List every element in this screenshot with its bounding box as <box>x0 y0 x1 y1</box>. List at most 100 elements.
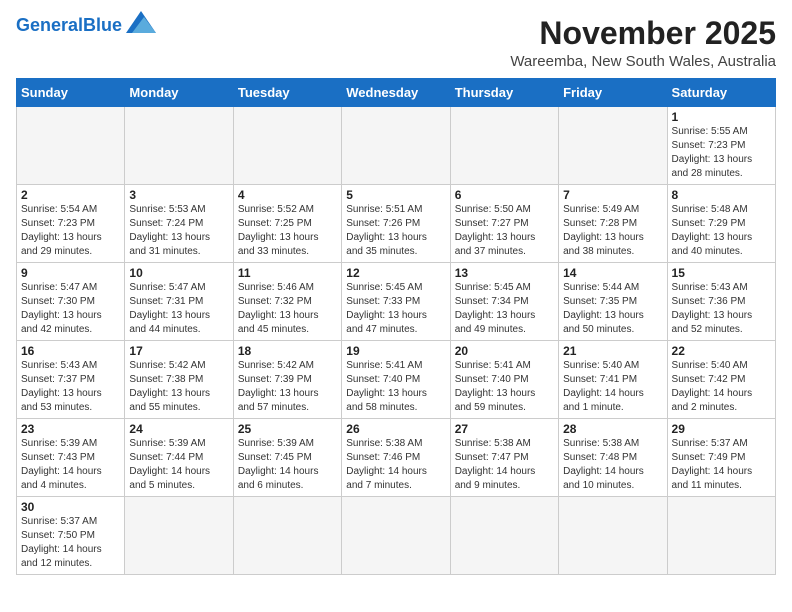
day-info: Sunrise: 5:45 AM Sunset: 7:33 PM Dayligh… <box>346 281 445 337</box>
logo-blue: Blue <box>83 15 122 35</box>
header-sunday: Sunday <box>17 79 125 107</box>
day-cell <box>450 107 558 185</box>
day-info: Sunrise: 5:47 AM Sunset: 7:30 PM Dayligh… <box>21 281 120 337</box>
title-area: November 2025 Wareemba, New South Wales,… <box>510 16 776 70</box>
day-cell <box>667 497 775 575</box>
day-number: 1 <box>672 110 771 124</box>
day-info: Sunrise: 5:41 AM Sunset: 7:40 PM Dayligh… <box>346 359 445 415</box>
day-number: 10 <box>129 266 228 280</box>
day-number: 15 <box>672 266 771 280</box>
day-info: Sunrise: 5:54 AM Sunset: 7:23 PM Dayligh… <box>21 203 120 259</box>
day-cell: 29Sunrise: 5:37 AM Sunset: 7:49 PM Dayli… <box>667 419 775 497</box>
day-number: 27 <box>455 422 554 436</box>
day-number: 22 <box>672 344 771 358</box>
calendar-table: SundayMondayTuesdayWednesdayThursdayFrid… <box>16 78 776 575</box>
day-number: 30 <box>21 500 120 514</box>
day-number: 3 <box>129 188 228 202</box>
day-cell: 20Sunrise: 5:41 AM Sunset: 7:40 PM Dayli… <box>450 341 558 419</box>
day-cell: 9Sunrise: 5:47 AM Sunset: 7:30 PM Daylig… <box>17 263 125 341</box>
day-info: Sunrise: 5:49 AM Sunset: 7:28 PM Dayligh… <box>563 203 662 259</box>
location-title: Wareemba, New South Wales, Australia <box>510 53 776 70</box>
day-cell: 27Sunrise: 5:38 AM Sunset: 7:47 PM Dayli… <box>450 419 558 497</box>
day-number: 14 <box>563 266 662 280</box>
day-info: Sunrise: 5:38 AM Sunset: 7:48 PM Dayligh… <box>563 437 662 493</box>
day-cell: 12Sunrise: 5:45 AM Sunset: 7:33 PM Dayli… <box>342 263 450 341</box>
day-cell <box>125 107 233 185</box>
day-number: 23 <box>21 422 120 436</box>
day-cell: 14Sunrise: 5:44 AM Sunset: 7:35 PM Dayli… <box>559 263 667 341</box>
day-cell: 28Sunrise: 5:38 AM Sunset: 7:48 PM Dayli… <box>559 419 667 497</box>
day-number: 18 <box>238 344 337 358</box>
day-cell: 8Sunrise: 5:48 AM Sunset: 7:29 PM Daylig… <box>667 185 775 263</box>
logo-general: General <box>16 15 83 35</box>
day-number: 9 <box>21 266 120 280</box>
day-cell: 24Sunrise: 5:39 AM Sunset: 7:44 PM Dayli… <box>125 419 233 497</box>
day-number: 24 <box>129 422 228 436</box>
day-number: 26 <box>346 422 445 436</box>
week-row-1: 2Sunrise: 5:54 AM Sunset: 7:23 PM Daylig… <box>17 185 776 263</box>
day-cell: 16Sunrise: 5:43 AM Sunset: 7:37 PM Dayli… <box>17 341 125 419</box>
day-cell: 26Sunrise: 5:38 AM Sunset: 7:46 PM Dayli… <box>342 419 450 497</box>
day-cell: 18Sunrise: 5:42 AM Sunset: 7:39 PM Dayli… <box>233 341 341 419</box>
header-monday: Monday <box>125 79 233 107</box>
day-number: 16 <box>21 344 120 358</box>
day-cell: 7Sunrise: 5:49 AM Sunset: 7:28 PM Daylig… <box>559 185 667 263</box>
day-cell: 13Sunrise: 5:45 AM Sunset: 7:34 PM Dayli… <box>450 263 558 341</box>
day-cell <box>17 107 125 185</box>
day-number: 28 <box>563 422 662 436</box>
day-info: Sunrise: 5:42 AM Sunset: 7:39 PM Dayligh… <box>238 359 337 415</box>
day-cell: 23Sunrise: 5:39 AM Sunset: 7:43 PM Dayli… <box>17 419 125 497</box>
day-cell <box>559 497 667 575</box>
day-number: 12 <box>346 266 445 280</box>
day-number: 19 <box>346 344 445 358</box>
day-number: 5 <box>346 188 445 202</box>
month-title: November 2025 <box>510 16 776 51</box>
day-cell: 10Sunrise: 5:47 AM Sunset: 7:31 PM Dayli… <box>125 263 233 341</box>
day-info: Sunrise: 5:43 AM Sunset: 7:36 PM Dayligh… <box>672 281 771 337</box>
day-number: 25 <box>238 422 337 436</box>
day-info: Sunrise: 5:51 AM Sunset: 7:26 PM Dayligh… <box>346 203 445 259</box>
day-info: Sunrise: 5:38 AM Sunset: 7:46 PM Dayligh… <box>346 437 445 493</box>
day-info: Sunrise: 5:40 AM Sunset: 7:42 PM Dayligh… <box>672 359 771 415</box>
day-number: 13 <box>455 266 554 280</box>
day-cell <box>450 497 558 575</box>
week-row-4: 23Sunrise: 5:39 AM Sunset: 7:43 PM Dayli… <box>17 419 776 497</box>
day-info: Sunrise: 5:40 AM Sunset: 7:41 PM Dayligh… <box>563 359 662 415</box>
day-cell: 15Sunrise: 5:43 AM Sunset: 7:36 PM Dayli… <box>667 263 775 341</box>
day-cell <box>342 497 450 575</box>
header-tuesday: Tuesday <box>233 79 341 107</box>
header-thursday: Thursday <box>450 79 558 107</box>
day-info: Sunrise: 5:38 AM Sunset: 7:47 PM Dayligh… <box>455 437 554 493</box>
day-cell: 1Sunrise: 5:55 AM Sunset: 7:23 PM Daylig… <box>667 107 775 185</box>
day-cell: 4Sunrise: 5:52 AM Sunset: 7:25 PM Daylig… <box>233 185 341 263</box>
day-number: 8 <box>672 188 771 202</box>
day-cell <box>233 107 341 185</box>
day-number: 11 <box>238 266 337 280</box>
day-info: Sunrise: 5:53 AM Sunset: 7:24 PM Dayligh… <box>129 203 228 259</box>
header-saturday: Saturday <box>667 79 775 107</box>
day-number: 2 <box>21 188 120 202</box>
day-info: Sunrise: 5:48 AM Sunset: 7:29 PM Dayligh… <box>672 203 771 259</box>
day-number: 17 <box>129 344 228 358</box>
header-wednesday: Wednesday <box>342 79 450 107</box>
day-number: 21 <box>563 344 662 358</box>
day-info: Sunrise: 5:55 AM Sunset: 7:23 PM Dayligh… <box>672 125 771 181</box>
day-info: Sunrise: 5:44 AM Sunset: 7:35 PM Dayligh… <box>563 281 662 337</box>
week-row-3: 16Sunrise: 5:43 AM Sunset: 7:37 PM Dayli… <box>17 341 776 419</box>
day-cell: 6Sunrise: 5:50 AM Sunset: 7:27 PM Daylig… <box>450 185 558 263</box>
day-info: Sunrise: 5:46 AM Sunset: 7:32 PM Dayligh… <box>238 281 337 337</box>
header-friday: Friday <box>559 79 667 107</box>
day-number: 4 <box>238 188 337 202</box>
day-cell <box>342 107 450 185</box>
logo-icon <box>126 11 156 33</box>
day-info: Sunrise: 5:42 AM Sunset: 7:38 PM Dayligh… <box>129 359 228 415</box>
week-row-5: 30Sunrise: 5:37 AM Sunset: 7:50 PM Dayli… <box>17 497 776 575</box>
day-info: Sunrise: 5:37 AM Sunset: 7:49 PM Dayligh… <box>672 437 771 493</box>
day-info: Sunrise: 5:41 AM Sunset: 7:40 PM Dayligh… <box>455 359 554 415</box>
day-info: Sunrise: 5:50 AM Sunset: 7:27 PM Dayligh… <box>455 203 554 259</box>
day-number: 7 <box>563 188 662 202</box>
day-number: 20 <box>455 344 554 358</box>
day-info: Sunrise: 5:47 AM Sunset: 7:31 PM Dayligh… <box>129 281 228 337</box>
day-info: Sunrise: 5:43 AM Sunset: 7:37 PM Dayligh… <box>21 359 120 415</box>
day-cell: 3Sunrise: 5:53 AM Sunset: 7:24 PM Daylig… <box>125 185 233 263</box>
